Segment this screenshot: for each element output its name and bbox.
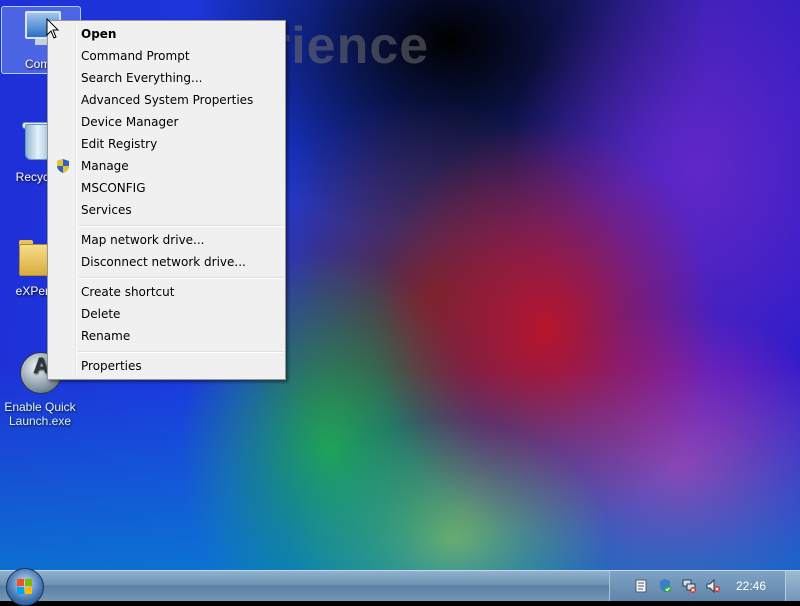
desktop-icon-label: Enable Quick Launch.exe (4, 400, 76, 428)
menu-item-disconnect-network-drive[interactable]: Disconnect network drive... (50, 251, 283, 273)
menu-item-manage[interactable]: Manage (50, 155, 283, 177)
menu-item-open[interactable]: Open (50, 23, 283, 45)
system-tray: 22:46 (609, 571, 800, 601)
show-desktop-button[interactable] (785, 571, 800, 601)
menu-separator (78, 225, 283, 227)
taskbar: 22:46 (0, 568, 800, 606)
windows-logo-icon (17, 579, 33, 595)
security-center-icon[interactable] (658, 579, 672, 593)
menu-item-advanced-system-properties[interactable]: Advanced System Properties (50, 89, 283, 111)
menu-separator (78, 277, 283, 279)
menu-item-command-prompt[interactable]: Command Prompt (50, 45, 283, 67)
menu-item-services[interactable]: Services (50, 199, 283, 221)
start-button[interactable] (6, 568, 44, 606)
mouse-cursor-icon (46, 18, 60, 39)
wallpaper-watermark: rience (270, 17, 430, 75)
context-menu: Open Command Prompt Search Everything...… (47, 20, 286, 380)
network-icon[interactable] (682, 579, 696, 593)
menu-item-create-shortcut[interactable]: Create shortcut (50, 281, 283, 303)
menu-item-rename[interactable]: Rename (50, 325, 283, 347)
menu-item-map-network-drive[interactable]: Map network drive... (50, 229, 283, 251)
taskbar-clock[interactable]: 22:46 (736, 571, 766, 601)
menu-item-delete[interactable]: Delete (50, 303, 283, 325)
volume-muted-icon[interactable] (706, 579, 720, 593)
menu-item-device-manager[interactable]: Device Manager (50, 111, 283, 133)
menu-item-properties[interactable]: Properties (50, 355, 283, 377)
notes-icon[interactable] (634, 579, 648, 593)
menu-item-msconfig[interactable]: MSCONFIG (50, 177, 283, 199)
menu-separator (78, 351, 283, 353)
uac-shield-icon (57, 159, 69, 173)
menu-item-edit-registry[interactable]: Edit Registry (50, 133, 283, 155)
menu-item-search-everything[interactable]: Search Everything... (50, 67, 283, 89)
